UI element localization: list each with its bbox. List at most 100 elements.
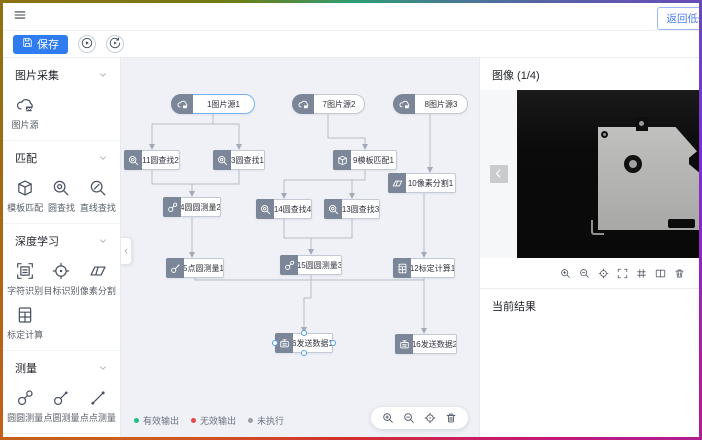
- tool-item-measure-pc[interactable]: 点圆测量: [43, 387, 79, 424]
- section-header[interactable]: 测量: [3, 356, 120, 380]
- flow-node-1[interactable]: 1图片源1: [171, 94, 255, 114]
- tool-item-pixel-segment[interactable]: 像素分割: [80, 260, 116, 297]
- locate-icon[interactable]: [424, 412, 436, 424]
- flow-node-16[interactable]: 16发送数据2: [395, 334, 457, 354]
- sidebar-section: 深度学习字符识别目标识别像素分割标定计算: [3, 224, 120, 351]
- grid-icon[interactable]: [636, 268, 647, 279]
- locate-icon[interactable]: [598, 268, 609, 279]
- zoom-in-icon[interactable]: [560, 268, 571, 279]
- flow-edge-7-9: [328, 114, 365, 149]
- tool-item-object-detect[interactable]: 目标识别: [43, 260, 79, 297]
- flow-node-label: 11圆查找2: [142, 151, 179, 169]
- flow-node-15[interactable]: 15圆圆测量3: [280, 255, 342, 275]
- image-panel-title: 图像 (1/4): [480, 58, 699, 90]
- flow-node-3[interactable]: 3圆查找1: [213, 150, 265, 170]
- flow-node-label: 16发送数据2: [413, 335, 456, 353]
- tool-item-circle-find[interactable]: 圆查找: [43, 177, 79, 214]
- section-title: 测量: [15, 360, 37, 376]
- tool-item-label: 标定计算: [7, 328, 43, 341]
- flow-edge-1-11: [152, 114, 213, 149]
- section-title: 匹配: [15, 150, 37, 166]
- sidebar-section: 匹配模板匹配圆查找直线查找: [3, 141, 120, 224]
- flow-canvas[interactable]: 有效输出 无效输出 未执行 1图片源1 7图片源2 8图片源3 11圆查找2 3圆查找1 9模…: [121, 58, 479, 437]
- legend-item: 有效输出: [134, 414, 179, 427]
- run-once-button[interactable]: [106, 35, 124, 53]
- flow-node-5[interactable]: 5点圆测量1: [166, 258, 224, 278]
- chevron-left-icon: [493, 167, 504, 182]
- tool-item-image-source[interactable]: 图片源: [7, 94, 43, 131]
- run-button[interactable]: [78, 35, 96, 53]
- tool-sidebar: 图片采集图片源匹配模板匹配圆查找直线查找深度学习字符识别目标识别像素分割标定计算…: [3, 58, 121, 437]
- tool-item-template-match[interactable]: 模板匹配: [7, 177, 43, 214]
- fullscreen-icon[interactable]: [617, 268, 628, 279]
- action-toolbar: 保存: [3, 31, 699, 58]
- tool-item-label: 圆查找: [48, 201, 75, 214]
- result-panel: 图像 (1/4) 当前结果: [479, 58, 699, 437]
- legend-label: 无效输出: [200, 414, 236, 427]
- sidebar-collapse-handle[interactable]: [121, 237, 132, 265]
- section-items: 字符识别目标识别像素分割标定计算: [3, 253, 120, 341]
- image-nav-strip: [480, 90, 517, 258]
- metal-plate: [598, 127, 699, 230]
- flow-node-4[interactable]: 4圆圆测量2: [163, 197, 221, 217]
- selection-handle-1[interactable]: [301, 350, 307, 356]
- zoom-out-icon[interactable]: [579, 268, 590, 279]
- template-match-icon: [333, 150, 351, 170]
- prev-image-button[interactable]: [490, 165, 508, 183]
- flow-node-7[interactable]: 7图片源2: [292, 94, 365, 114]
- trash-icon[interactable]: [674, 268, 685, 279]
- flow-node-13[interactable]: 13圆查找3: [324, 199, 380, 219]
- inspection-image[interactable]: [517, 90, 699, 258]
- tool-item-label: 点点测量: [80, 411, 116, 424]
- tool-item-measure-pp[interactable]: 点点测量: [80, 387, 116, 424]
- flow-node-11[interactable]: 11圆查找2: [124, 150, 180, 170]
- tool-item-line-find[interactable]: 直线查找: [80, 177, 116, 214]
- section-items: 模板匹配圆查找直线查找: [3, 170, 120, 214]
- flow-edge-9-14: [284, 170, 365, 198]
- screenshot-frame: 返回低代码 保存 图片采集图片源匹配模板匹配圆查找直线查找深度学习字符识别目标识…: [0, 0, 702, 440]
- measure-cc-icon: [16, 387, 34, 408]
- image-source-icon: [393, 94, 415, 114]
- zoom-out-icon[interactable]: [403, 412, 415, 424]
- flow-node-label: 4圆圆测量2: [181, 198, 220, 216]
- back-to-lowcode-button[interactable]: 返回低代码: [657, 7, 700, 30]
- calibration-icon: [393, 258, 411, 278]
- calibration-icon: [16, 304, 34, 325]
- tool-item-ocr[interactable]: 字符识别: [7, 260, 43, 297]
- circle-find-icon: [256, 199, 274, 219]
- selection-handle-0[interactable]: [301, 330, 307, 336]
- selection-handle-3[interactable]: [330, 340, 336, 346]
- flow-edge-9-13: [352, 180, 365, 198]
- legend-label: 未执行: [257, 414, 284, 427]
- trash-icon[interactable]: [445, 412, 457, 424]
- legend-item: 未执行: [248, 414, 284, 427]
- zoom-in-icon[interactable]: [382, 412, 394, 424]
- compare-icon[interactable]: [655, 268, 666, 279]
- menu-icon[interactable]: [13, 8, 27, 25]
- plate-bottom-tab: [591, 220, 604, 235]
- selection-handle-2[interactable]: [272, 340, 278, 346]
- circle-find-icon: [324, 199, 342, 219]
- legend-item: 无效输出: [191, 414, 236, 427]
- plate-center-ring: [624, 155, 642, 173]
- save-button[interactable]: 保存: [13, 35, 68, 54]
- flow-node-8[interactable]: 8图片源3: [393, 94, 468, 114]
- legend-dot: [191, 418, 196, 423]
- circle-find-icon: [213, 150, 231, 170]
- play-once-icon: [109, 37, 121, 52]
- flow-node-label: 10像素分割1: [406, 174, 455, 192]
- flow-node-14[interactable]: 14圆查找4: [256, 199, 312, 219]
- section-header[interactable]: 深度学习: [3, 229, 120, 253]
- flow-node-12[interactable]: 12标定计算1: [393, 258, 455, 278]
- flow-node-label: 14圆查找4: [274, 200, 311, 218]
- measure-pp-icon: [89, 387, 107, 408]
- tool-item-measure-cc[interactable]: 圆圆测量: [7, 387, 43, 424]
- tool-item-calibration[interactable]: 标定计算: [7, 304, 43, 341]
- image-preview: [480, 90, 699, 258]
- flow-node-label: 3圆查找1: [231, 151, 264, 169]
- flow-node-10[interactable]: 10像素分割1: [388, 173, 456, 193]
- flow-node-9[interactable]: 9模板匹配1: [333, 150, 397, 170]
- section-header[interactable]: 图片采集: [3, 63, 120, 87]
- section-header[interactable]: 匹配: [3, 146, 120, 170]
- measure-pc-icon: [166, 258, 184, 278]
